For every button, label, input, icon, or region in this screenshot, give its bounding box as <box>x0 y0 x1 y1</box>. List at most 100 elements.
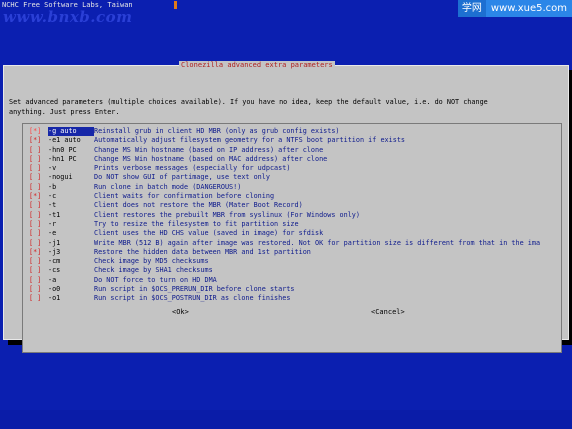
option-row[interactable]: [ ] -j1 Write MBR (512 B) again after imag… <box>29 239 561 248</box>
option-description: Try to resize the filesystem to fit part… <box>94 219 299 228</box>
option-description: Do NOT show GUI of partimage, use text o… <box>94 173 270 182</box>
option-row[interactable]: [*] -c Client waits for confirmation befor… <box>29 192 561 201</box>
option-key: -r <box>48 219 57 228</box>
option-checkbox[interactable]: [ ] <box>29 285 48 294</box>
option-key: -a <box>48 275 57 284</box>
option-row[interactable]: [*] -j3 Restore the hidden data between MB… <box>29 248 561 257</box>
option-row[interactable]: [ ] -v Prints verbose messages (especially… <box>29 164 561 173</box>
option-key: -t1 <box>48 210 61 219</box>
option-checkbox[interactable]: [ ] <box>29 276 48 285</box>
option-description: Client uses the HD CHS value (saved in i… <box>94 229 324 238</box>
bottom-strip <box>0 410 572 429</box>
option-description: Check image by SHA1 checksums <box>94 266 213 275</box>
option-checkbox[interactable]: [*] <box>29 248 48 257</box>
option-key: -j1 <box>48 238 61 247</box>
option-key: -hn1 PC <box>48 154 77 163</box>
option-row[interactable]: [ ] -a Do NOT force to turn on HD DMA <box>29 276 561 285</box>
option-key: -hn0 PC <box>48 145 77 154</box>
option-description: Reinstall grub in client HD MBR (only as… <box>94 127 340 135</box>
option-checkbox-mark: [ ] <box>29 275 42 284</box>
xue5-watermark: 学网 www.xue5.com <box>457 0 572 17</box>
option-checkbox[interactable]: [ ] <box>29 239 48 248</box>
xue5-left-label: 学网 <box>457 0 486 17</box>
dialog-description: Set advanced parameters (multiple choice… <box>9 98 488 116</box>
option-description: Run clone in batch mode (DANGEROUS!) <box>94 182 242 191</box>
option-row[interactable]: [*] -g auto Reinstall grub in client HD MB… <box>29 127 561 137</box>
option-checkbox-mark: [*] <box>29 247 42 256</box>
option-row[interactable]: [ ] -o0 Run script in $OCS_PRERUN_DIR befo… <box>29 285 561 294</box>
option-checkbox[interactable]: [ ] <box>29 294 48 303</box>
option-checkbox-mark: [ ] <box>29 173 42 182</box>
options-items: [*] -g auto Reinstall grub in client HD MB… <box>29 127 561 304</box>
option-checkbox-mark: [ ] <box>29 285 42 294</box>
option-checkbox[interactable]: [ ] <box>29 211 48 220</box>
option-checkbox-mark: [ ] <box>29 266 42 275</box>
option-description: Run script in $OCS_POSTRUN_DIR as clone … <box>94 294 291 303</box>
cancel-button[interactable]: <Cancel> <box>371 308 405 316</box>
option-checkbox-mark: [*] <box>29 136 42 145</box>
option-checkbox[interactable]: [ ] <box>29 173 48 182</box>
option-checkbox[interactable]: [ ] <box>29 220 48 229</box>
option-checkbox[interactable]: [ ] <box>29 266 48 275</box>
option-checkbox-mark: [ ] <box>29 294 42 303</box>
top-bar: NCHC Free Software Labs, Taiwan www.bnxb… <box>0 0 572 26</box>
option-key: -o0 <box>48 285 61 294</box>
option-description: Restore the hidden data between MBR and … <box>94 247 311 256</box>
dialog-title: Clonezilla advanced extra parameters <box>179 61 335 70</box>
option-checkbox-mark: [ ] <box>29 164 42 173</box>
option-description: Prints verbose messages (especially for … <box>94 164 291 173</box>
option-row[interactable]: [ ] -b Run clone in batch mode (DANGEROUS!… <box>29 183 561 192</box>
option-checkbox[interactable]: [*] <box>29 192 48 201</box>
option-row[interactable]: [ ] -o1 Run script in $OCS_POSTRUN_DIR as … <box>29 294 561 303</box>
option-row[interactable]: [ ] -t Client does not restore the MBR (Ma… <box>29 201 561 210</box>
option-checkbox[interactable]: [ ] <box>29 201 48 210</box>
option-checkbox[interactable]: [ ] <box>29 164 48 173</box>
text-cursor <box>174 1 177 9</box>
option-description: Client restores the prebuilt MBR from sy… <box>94 210 360 219</box>
option-key: -cs <box>48 266 61 275</box>
option-row[interactable]: [ ] -r Try to resize the filesystem to fit… <box>29 220 561 229</box>
option-key: -o1 <box>48 294 61 303</box>
watermark-logo: www.bnxb.com <box>3 8 133 26</box>
option-checkbox-mark: [ ] <box>29 238 42 247</box>
option-row[interactable]: [ ] -cm Check image by MD5 checksums <box>29 257 561 266</box>
option-key: -e <box>48 229 57 238</box>
option-checkbox[interactable]: [ ] <box>29 229 48 238</box>
option-checkbox-mark: [ ] <box>29 145 42 154</box>
option-checkbox[interactable]: [*] <box>29 136 48 145</box>
option-row[interactable]: [ ] -cs Check image by SHA1 checksums <box>29 266 561 275</box>
option-key: -g auto <box>48 127 94 137</box>
option-row[interactable]: [ ] -t1 Client restores the prebuilt MBR f… <box>29 211 561 220</box>
option-checkbox-mark: [*] <box>29 127 42 135</box>
option-checkbox[interactable]: [ ] <box>29 146 48 155</box>
option-checkbox-mark: [*] <box>29 192 42 201</box>
ok-button[interactable]: <Ok> <box>172 308 189 316</box>
option-key: -nogui <box>48 173 73 182</box>
option-checkbox-mark: [ ] <box>29 154 42 163</box>
option-row[interactable]: [ ] -e Client uses the HD CHS value (saved… <box>29 229 561 238</box>
option-checkbox[interactable]: [ ] <box>29 183 48 192</box>
option-checkbox[interactable]: [ ] <box>29 155 48 164</box>
option-checkbox[interactable]: [ ] <box>29 257 48 266</box>
option-row[interactable]: [ ] -hn1 PC Change MS Win hostname (based … <box>29 155 561 164</box>
option-description: Change MS Win hostname (based on MAC add… <box>94 154 328 163</box>
option-description: Do NOT force to turn on HD DMA <box>94 275 217 284</box>
parameters-dialog: Clonezilla advanced extra parameters Set… <box>3 61 569 353</box>
dialog-buttons: <Ok> <Cancel> <box>4 308 568 320</box>
option-key: -t <box>48 201 57 210</box>
option-description: Automatically adjust filesystem geometry… <box>94 136 405 145</box>
xue5-right-label: www.xue5.com <box>485 0 572 17</box>
option-checkbox-mark: [ ] <box>29 182 42 191</box>
option-row[interactable]: [ ] -nogui Do NOT show GUI of partimage, u… <box>29 173 561 182</box>
option-description: Write MBR (512 B) again after image was … <box>94 238 541 247</box>
option-row[interactable]: [ ] -hn0 PC Change MS Win hostname (based … <box>29 146 561 155</box>
option-key: -e1 auto <box>48 136 81 145</box>
option-description: Check image by MD5 checksums <box>94 257 209 266</box>
option-checkbox[interactable]: [*] <box>29 127 48 136</box>
option-key: -v <box>48 164 57 173</box>
option-checkbox-mark: [ ] <box>29 229 42 238</box>
option-row[interactable]: [*] -e1 auto Automatically adjust filesyst… <box>29 136 561 145</box>
option-checkbox-mark: [ ] <box>29 257 42 266</box>
option-key: -c <box>48 192 57 201</box>
option-key: -j3 <box>48 247 61 256</box>
